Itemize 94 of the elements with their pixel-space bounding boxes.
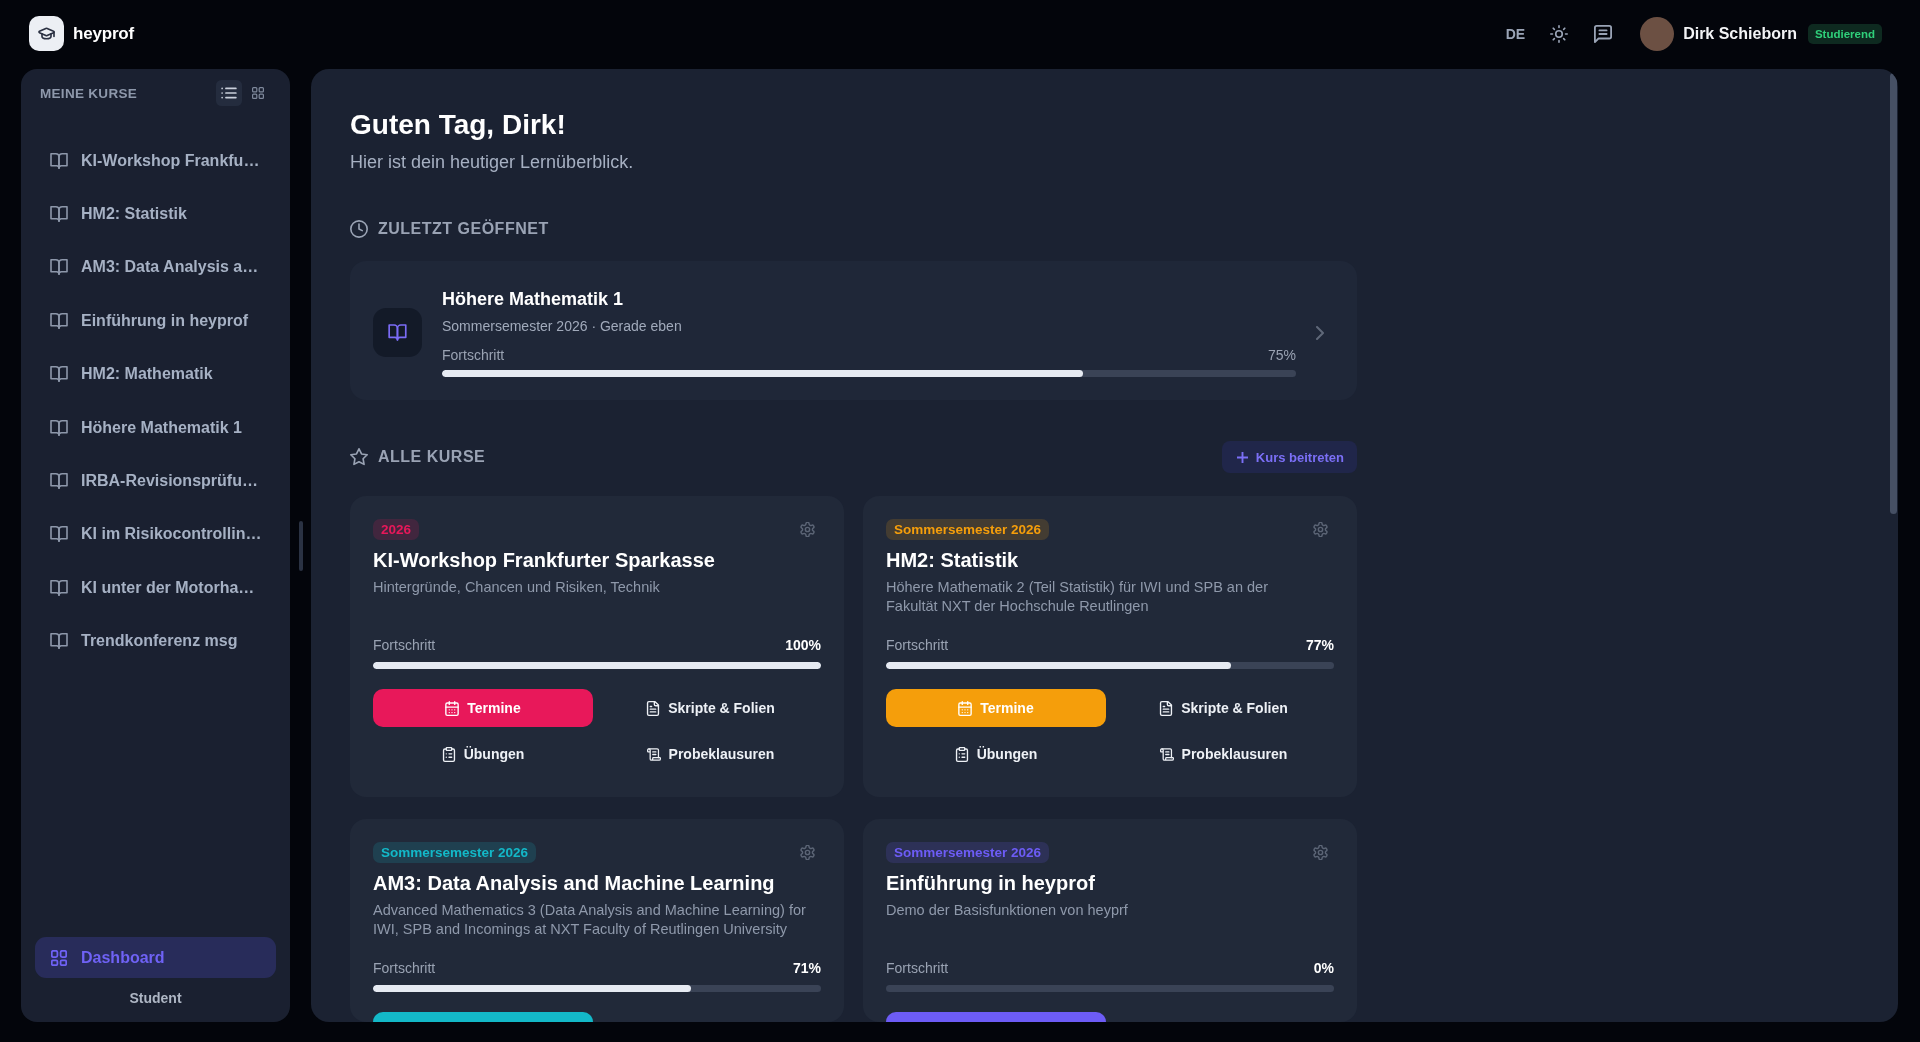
appointments-button[interactable]: Termine: [373, 689, 593, 727]
semester-tag: Sommersemester 2026: [886, 842, 1050, 863]
sidebar-item[interactable]: KI unter der Motorha…: [35, 561, 276, 615]
chat-icon[interactable]: [1594, 24, 1613, 43]
course-title: Höhere Mathematik 1: [442, 289, 624, 309]
greeting-subtitle: Hier ist dein heutiger Lernüberblick.: [350, 151, 635, 174]
book-icon: [373, 308, 422, 357]
book-icon: [50, 633, 68, 650]
course-card[interactable]: Sommersemester 2026 Einführung in heyprof Demo der Basisfunktionen von heyprf Fortschritt 0%: [863, 819, 1357, 1022]
sidebar-item[interactable]: Höhere Mathematik 1: [35, 400, 276, 455]
course-card[interactable]: Sommersemester 2026 HM2: Statistik Höhere Mathematik 2 (Teil Statistik) für IWI und SPB an der Fakultät NXT der Hochschule Reutlingen Fortschritt 77% Termine Skripte & Folien Übungen Probeklausuren: [863, 496, 1357, 797]
clock-icon: [350, 220, 368, 238]
settings-icon[interactable]: [800, 522, 815, 537]
slides-button[interactable]: Skripte & Folien: [1113, 689, 1334, 727]
calendar-icon: [958, 700, 973, 716]
book-icon: [50, 152, 68, 169]
sidebar-title: MEINE KURSE: [40, 85, 138, 101]
sidebar-item[interactable]: Einführung in heyprof: [35, 294, 276, 348]
logo-icon[interactable]: [29, 16, 64, 51]
course-description: Advanced Mathematics 3 (Data Analysis and Machine Learning) for IWI, SPB and Incomings at NXT Faculty of Reutlingen University: [373, 902, 806, 937]
user-name: Dirk Schieborn: [1683, 24, 1797, 43]
sidebar-item[interactable]: HM2: Mathematik: [35, 347, 276, 401]
recent-course-card[interactable]: Höhere Mathematik 1 Sommersemester 2026 · Gerade eben Fortschritt 75%: [350, 261, 1357, 400]
document-icon: [1159, 700, 1174, 716]
chevron-right-icon: [1316, 325, 1324, 340]
slides-button[interactable]: Skripte & Folien: [600, 689, 821, 727]
scrollbar-thumb[interactable]: [1890, 73, 1897, 514]
role-badge: Studierend: [1807, 23, 1882, 44]
course-title: HM2: Statistik: [886, 549, 1019, 571]
section-heading: ALLE KURSE: [378, 447, 486, 467]
language-button[interactable]: DE: [1505, 25, 1526, 42]
sidebar-item[interactable]: KI-Workshop Frankfu…: [35, 134, 276, 188]
book-icon: [50, 579, 68, 596]
progress-percent: 0%: [1313, 959, 1334, 977]
settings-icon[interactable]: [800, 845, 815, 860]
progress-label: Fortschritt: [886, 959, 949, 977]
greeting-title: Guten Tag, Dirk!: [350, 108, 567, 142]
course-title: KI-Workshop Frankfurter Sparkasse: [373, 549, 715, 571]
clipboard-icon: [441, 746, 456, 762]
avatar[interactable]: [1640, 16, 1675, 51]
sun-icon[interactable]: [1550, 24, 1569, 43]
clipboard-icon: [954, 746, 969, 762]
progress-label: Fortschritt: [373, 959, 436, 977]
join-course-button[interactable]: Kurs beitreten: [1221, 441, 1357, 473]
progress-percent: 71%: [792, 959, 821, 977]
settings-icon[interactable]: [1313, 845, 1328, 860]
section-heading: ZULETZT GEÖFFNET: [378, 219, 549, 239]
list-view-icon[interactable]: [216, 80, 242, 106]
resize-handle[interactable]: [298, 520, 303, 571]
book-icon: [50, 473, 68, 490]
sidebar-item[interactable]: AM3: Data Analysis a…: [35, 240, 276, 295]
course-meta: Sommersemester 2026 · Gerade eben: [442, 318, 682, 334]
semester-tag: Sommersemester 2026: [886, 519, 1050, 540]
exercises-button[interactable]: Übungen: [373, 735, 593, 773]
progress-label: Fortschritt: [373, 636, 436, 654]
exams-button[interactable]: Probeklausuren: [600, 735, 821, 773]
book-icon: [50, 206, 68, 223]
book-icon: [50, 312, 68, 329]
book-icon: [50, 419, 68, 436]
progress-percent: 77%: [1305, 636, 1334, 654]
course-description: Höhere Mathematik 2 (Teil Statistik) für IWI und SPB an der Fakultät NXT der Hochschule Reutlingen: [886, 579, 1268, 614]
settings-icon[interactable]: [1313, 522, 1328, 537]
book-icon: [50, 366, 68, 383]
book-icon: [50, 526, 68, 543]
role-label: Student: [129, 989, 182, 1007]
book-icon: [50, 259, 68, 276]
plus-icon: [1236, 451, 1248, 463]
course-title: Einführung in heyprof: [886, 872, 1095, 894]
grid-view-icon[interactable]: [250, 87, 266, 99]
star-icon: [350, 448, 368, 466]
brand-name: heyprof: [73, 23, 134, 44]
course-description: Hintergründe, Chancen und Risiken, Technik: [373, 579, 660, 595]
scroll-icon: [1159, 746, 1174, 762]
action-button[interactable]: [886, 1012, 1106, 1022]
progress-label: Fortschritt: [442, 346, 505, 364]
sidebar-item[interactable]: IRBA-Revisionsprüfu…: [35, 454, 276, 508]
course-card[interactable]: [350, 819, 844, 1022]
course-description: Demo der Basisfunktionen von heyprf: [886, 902, 1128, 918]
sidebar-item[interactable]: Trendkonferenz msg: [35, 614, 276, 668]
document-icon: [646, 700, 661, 716]
sidebar-item[interactable]: KI im Risikocontrollin…: [35, 507, 276, 562]
dashboard-icon: [51, 949, 67, 966]
progress-label: Fortschritt: [886, 636, 949, 654]
sidebar-item[interactable]: HM2: Statistik: [35, 187, 276, 241]
exercises-button[interactable]: Übungen: [886, 735, 1106, 773]
calendar-icon: [445, 700, 460, 716]
course-title: AM3: Data Analysis and Machine Learning: [373, 872, 775, 894]
scroll-icon: [646, 746, 661, 762]
progress-percent: 100%: [785, 636, 821, 654]
semester-tag: 2026: [373, 519, 420, 540]
progress-percent: 75%: [1267, 346, 1296, 364]
course-card[interactable]: 2026 KI-Workshop Frankfurter Sparkasse Hintergründe, Chancen und Risiken, Technik Fortschritt 100% Termine Skripte & Folien Übungen Probeklausuren: [350, 496, 844, 797]
semester-tag: Sommersemester 2026: [373, 842, 537, 863]
exams-button[interactable]: Probeklausuren: [1113, 735, 1334, 773]
